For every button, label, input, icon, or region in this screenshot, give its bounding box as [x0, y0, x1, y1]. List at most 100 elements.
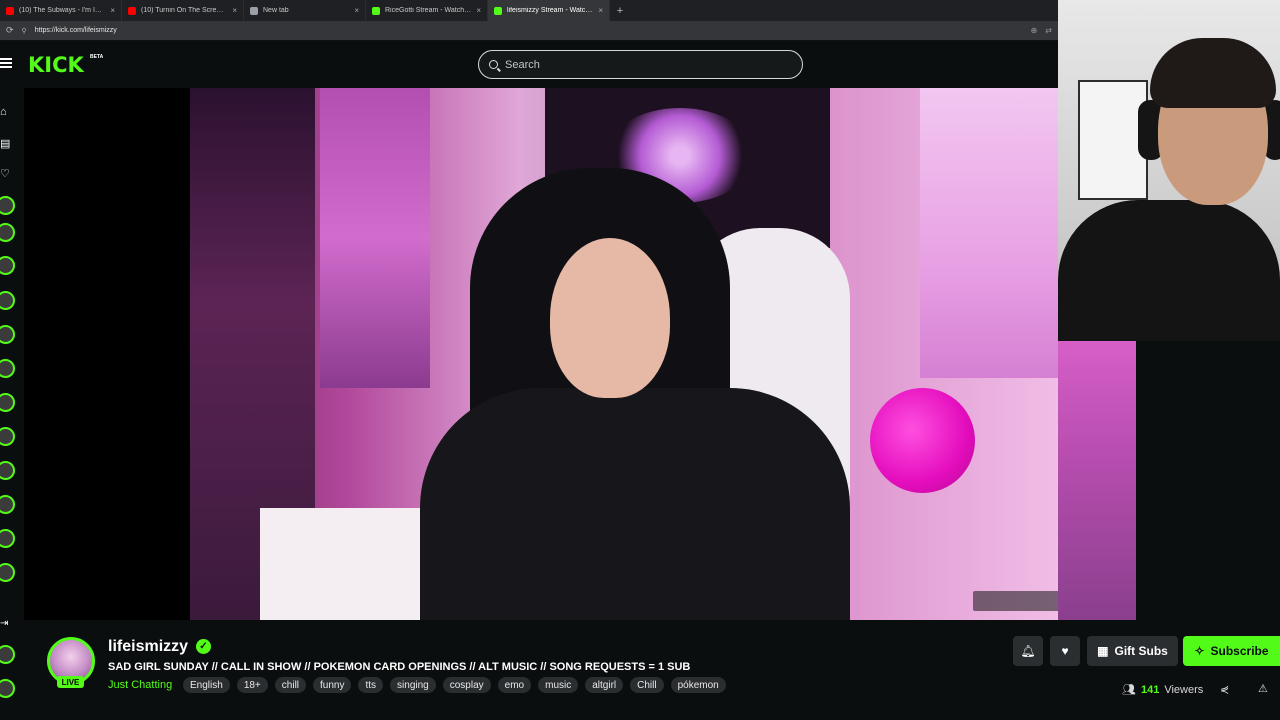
reactor-webcam-overlay: [1058, 0, 1280, 341]
followed-channel-avatar[interactable]: [0, 256, 15, 275]
url-field[interactable]: https://kick.com/lifeismizzy: [35, 27, 1023, 34]
site-info-icon[interactable]: ⚲: [22, 27, 27, 35]
right-panel: [1136, 341, 1280, 620]
home-icon[interactable]: ⌂: [0, 106, 12, 118]
tag-chip[interactable]: singing: [390, 677, 436, 693]
video-scene-edge: [1058, 341, 1136, 620]
tag-chip[interactable]: English: [183, 677, 230, 693]
followed-channel-avatar[interactable]: [0, 529, 15, 548]
tag-chip[interactable]: tts: [358, 677, 384, 693]
new-tab-button[interactable]: +: [610, 0, 630, 21]
reload-icon[interactable]: ⟳: [6, 25, 14, 36]
video-player[interactable]: [190, 88, 1058, 620]
notification-bell-button[interactable]: 🔔︎: [1013, 636, 1043, 666]
followed-channel-avatar[interactable]: [0, 223, 15, 242]
tag-chip[interactable]: funny: [313, 677, 352, 693]
live-badge: LIVE: [57, 676, 84, 688]
gift-icon: ▦: [1097, 644, 1109, 658]
tab-label: (10) Turnin On The Screw - YouTube: [141, 7, 227, 14]
close-tab-icon[interactable]: ×: [598, 6, 603, 15]
zoom-icon[interactable]: ⊕: [1031, 26, 1038, 35]
tab-label: (10) The Subways - I'm In Love And: [19, 7, 105, 14]
webcam-person-body: [1058, 200, 1280, 341]
subscribe-label: Subscribe: [1210, 644, 1269, 658]
share-icon[interactable]: ⋞: [1220, 683, 1229, 696]
viewer-count: 👥︎ 141 Viewers: [1122, 683, 1204, 697]
gift-subs-label: Gift Subs: [1114, 644, 1168, 658]
viewers-icon: 👥︎: [1122, 684, 1136, 696]
video-scene-sub-board: [920, 88, 1058, 378]
followed-channel-avatar[interactable]: [0, 427, 15, 446]
video-scene-table: [260, 508, 440, 620]
browser-tab[interactable]: (10) The Subways - I'm In Love And ×: [0, 0, 122, 21]
gift-subs-button[interactable]: ▦ Gift Subs: [1087, 636, 1178, 666]
followed-channel-avatar[interactable]: [0, 196, 15, 215]
youtube-favicon-icon: [6, 6, 14, 15]
followed-channel-avatar[interactable]: [0, 393, 15, 412]
webcam-person-hair: [1150, 38, 1276, 108]
tab-label: New tab: [263, 7, 289, 14]
close-tab-icon[interactable]: ×: [354, 6, 359, 15]
follow-button[interactable]: ♥: [1050, 636, 1080, 666]
stream-title: SAD GIRL SUNDAY // CALL IN SHOW // POKEM…: [108, 661, 691, 673]
browser-tab-strip: (10) The Subways - I'm In Love And × (10…: [0, 0, 1058, 21]
followed-channel-avatar[interactable]: [0, 325, 15, 344]
tab-label: RiceGotti Stream - Watch Live on Kick: [385, 7, 472, 14]
browse-icon[interactable]: ▤: [0, 138, 12, 150]
youtube-favicon-icon: [128, 6, 136, 15]
followed-channel-avatar[interactable]: [0, 291, 15, 310]
channel-name[interactable]: lifeismizzy: [108, 638, 188, 656]
search-icon: [489, 60, 498, 69]
heart-icon: ♥: [1061, 644, 1069, 658]
close-tab-icon[interactable]: ×: [232, 6, 237, 15]
tag-chip[interactable]: emo: [497, 677, 532, 693]
verified-badge-icon: ✓: [196, 639, 211, 654]
video-stream-platform-logos: [973, 591, 1058, 611]
tag-chip[interactable]: chill: [274, 677, 307, 693]
tag-chip[interactable]: Chill: [630, 677, 664, 693]
search-input[interactable]: [505, 58, 792, 71]
kick-logo[interactable]: KICK: [28, 53, 84, 77]
followed-channel-avatar[interactable]: [0, 563, 15, 582]
video-streamer-body: [420, 388, 850, 620]
tag-chip[interactable]: altgirl: [585, 677, 624, 693]
video-streamer-face: [550, 238, 670, 398]
search-bar[interactable]: [478, 50, 803, 79]
close-tab-icon[interactable]: ×: [110, 6, 115, 15]
following-heart-icon[interactable]: ♡: [0, 168, 12, 180]
tag-chip[interactable]: music: [538, 677, 579, 693]
translate-icon[interactable]: ⇄: [1045, 26, 1052, 35]
followed-channel-avatar[interactable]: [0, 461, 15, 480]
video-scene-window: [320, 88, 430, 388]
viewer-count-number: 141: [1140, 683, 1160, 696]
followed-channel-avatar[interactable]: [0, 495, 15, 514]
hamburger-menu-icon[interactable]: [0, 58, 12, 68]
browser-tab[interactable]: RiceGotti Stream - Watch Live on Kick ×: [366, 0, 488, 21]
tag-chip[interactable]: cosplay: [442, 677, 491, 693]
sparkle-icon: ✧: [1194, 644, 1205, 658]
subscribe-button[interactable]: ✧ Subscribe: [1183, 636, 1280, 666]
beta-badge: BETA: [90, 54, 104, 60]
category-link[interactable]: Just Chatting: [108, 679, 172, 691]
kick-favicon-icon: [494, 6, 502, 15]
followed-channel-avatar[interactable]: [0, 359, 15, 378]
browser-tab[interactable]: New tab ×: [244, 0, 366, 21]
tag-chip[interactable]: pókemon: [670, 677, 726, 693]
close-tab-icon[interactable]: ×: [476, 6, 481, 15]
browser-tab-active[interactable]: lifeismizzy Stream - Watch Live on Kick …: [488, 0, 610, 21]
newtab-favicon-icon: [250, 6, 258, 15]
warning-icon[interactable]: ⚠: [1258, 682, 1268, 695]
browser-tab[interactable]: (10) Turnin On The Screw - YouTube ×: [122, 0, 244, 21]
tag-chip[interactable]: 18+: [236, 677, 268, 693]
followed-channel-avatar[interactable]: [0, 679, 15, 698]
viewer-count-label: Viewers: [1164, 683, 1204, 696]
bell-icon: 🔔︎: [1020, 644, 1036, 658]
followed-channel-avatar[interactable]: [0, 645, 15, 664]
kick-favicon-icon: [372, 6, 380, 15]
video-scene-microphone: [870, 388, 975, 493]
tab-label: lifeismizzy Stream - Watch Live on Kick: [507, 7, 593, 14]
site-header: KICK BETA: [0, 41, 1058, 88]
address-bar: ⟳ ⚲ https://kick.com/lifeismizzy ⊕ ⇄: [0, 21, 1058, 41]
tag-list: English 18+ chill funny tts singing cosp…: [183, 677, 726, 693]
collapse-sidebar-icon[interactable]: ⇥: [0, 618, 8, 629]
